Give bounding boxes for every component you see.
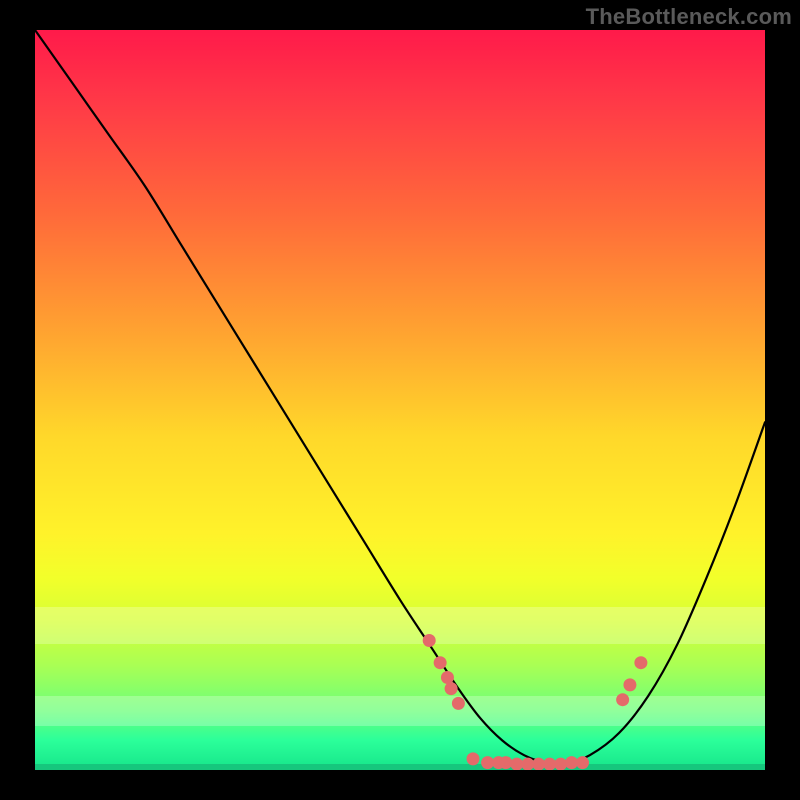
- data-marker: [554, 758, 567, 770]
- chart-container: TheBottleneck.com: [0, 0, 800, 800]
- watermark-text: TheBottleneck.com: [586, 4, 792, 30]
- plot-area: [35, 30, 765, 770]
- data-marker: [616, 693, 629, 706]
- data-marker: [623, 678, 636, 691]
- chart-svg: [35, 30, 765, 770]
- data-marker: [576, 756, 589, 769]
- data-marker: [634, 656, 647, 669]
- bottleneck-curve: [35, 30, 765, 764]
- data-marker: [423, 634, 436, 647]
- data-marker: [445, 682, 458, 695]
- marker-group: [423, 634, 648, 770]
- data-marker: [499, 756, 512, 769]
- data-marker: [452, 697, 465, 710]
- data-marker: [441, 671, 454, 684]
- data-marker: [434, 656, 447, 669]
- data-marker: [467, 752, 480, 765]
